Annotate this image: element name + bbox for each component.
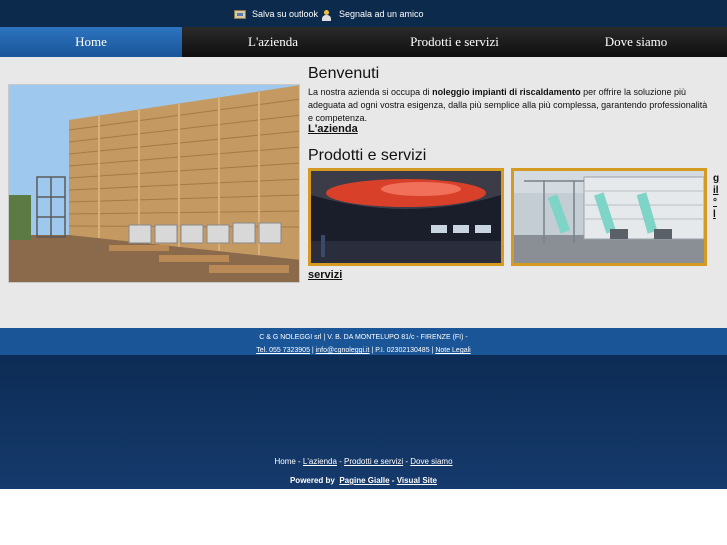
contact-line: Tel. 055 7323905 | info@cgnoleggi.it | P… [0, 347, 727, 354]
recommend-friend-label: Segnala ad un amico [339, 9, 424, 19]
legal-notes-link[interactable]: Note Legali [435, 347, 470, 354]
person-icon [321, 9, 333, 21]
email-link[interactable]: info@cgnoleggi.it [316, 347, 370, 354]
product-thumb-heating-hall[interactable] [308, 168, 504, 266]
recommend-friend-link[interactable]: Segnala ad un amico [321, 9, 424, 21]
footer-nav-home[interactable]: Home [274, 457, 295, 466]
outlook-icon [234, 9, 246, 19]
footer-nav: Home - L'azienda - Prodotti e servizi - … [0, 457, 727, 466]
footer: C & G NOLEGGI srl | V. B. DA MONTELUPO 8… [0, 328, 727, 489]
welcome-text-bold: noleggio impianti di riscaldamento [432, 87, 581, 97]
building-photo [8, 84, 300, 283]
main-nav: Home L'azienda Prodotti e servizi Dove s… [0, 27, 727, 57]
welcome-text: La nostra azienda si occupa di noleggio … [308, 86, 708, 125]
product-thumb-heaters-outdoor[interactable] [511, 168, 707, 266]
nav-prodotti-servizi[interactable]: Prodotti e servizi [364, 27, 545, 57]
welcome-text-start: La nostra azienda si occupa di [308, 87, 433, 97]
azienda-link[interactable]: L'azienda [308, 123, 358, 135]
footer-nav-sep: - [336, 457, 345, 466]
powered-sep: - [389, 476, 397, 485]
nav-azienda[interactable]: L'azienda [182, 27, 364, 57]
servizi-link[interactable]: servizi [308, 269, 342, 281]
footer-nav-dove[interactable]: Dove siamo [410, 457, 452, 466]
footer-nav-prodotti[interactable]: Prodotti e servizi [344, 457, 403, 466]
save-outlook-link[interactable]: Salva su outlook [234, 9, 318, 19]
main-content: Benvenuti La nostra azienda si occupa di… [0, 57, 727, 328]
top-bar: Salva su outlook Segnala ad un amico [0, 0, 727, 27]
vat-number: P.I. 02302130485 [375, 347, 430, 354]
products-title: Prodotti e servizi [308, 147, 427, 164]
footer-nav-azienda[interactable]: L'azienda [303, 457, 337, 466]
powered-by: Powered by Pagine Gialle - Visual Site [0, 476, 727, 485]
nav-home[interactable]: Home [0, 27, 182, 57]
pagine-gialle-link[interactable]: Pagine Gialle [339, 476, 389, 485]
powered-by-label: Powered by [289, 476, 335, 485]
company-info: C & G NOLEGGI srl | V. B. DA MONTELUPO 8… [259, 334, 468, 341]
save-outlook-label: Salva su outlook [252, 9, 319, 19]
nav-dove-siamo[interactable]: Dove siamo [545, 27, 727, 57]
visual-site-link[interactable]: Visual Site [397, 476, 437, 485]
welcome-title: Benvenuti [308, 65, 380, 82]
clipped-link-fragment[interactable]: g il ° l [713, 173, 727, 221]
footer-nav-sep: - [295, 457, 303, 466]
phone-link[interactable]: Tel. 055 7323905 [256, 347, 310, 354]
clipped-link-text: g il ° l [713, 173, 720, 220]
